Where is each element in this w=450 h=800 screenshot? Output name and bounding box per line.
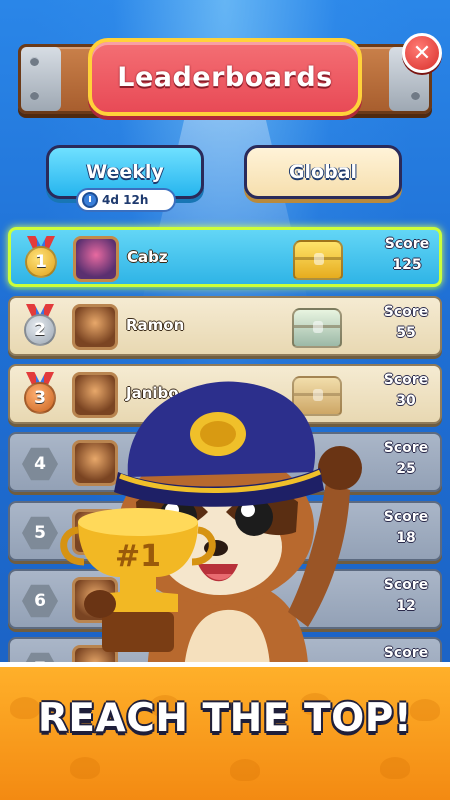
close-button[interactable]: ✕ xyxy=(402,33,442,73)
score-value: 30 xyxy=(396,393,416,409)
score-value: 125 xyxy=(392,257,422,273)
silver-medal-icon: 2 xyxy=(20,304,60,350)
banner-headline: REACH THE TOP! xyxy=(37,696,413,741)
gold-chest-icon xyxy=(293,240,343,280)
score-value: 12 xyxy=(396,598,416,614)
rank-number: 5 xyxy=(22,516,58,550)
rank-number: 4 xyxy=(22,447,58,481)
countdown-timer: 4d 12h xyxy=(76,188,176,212)
player-name: Cabz xyxy=(127,248,168,266)
score-value: 18 xyxy=(396,530,416,546)
avatar xyxy=(72,304,118,350)
bolt-icon xyxy=(30,91,39,100)
bolt-icon xyxy=(30,57,39,66)
svg-text:#1: #1 xyxy=(115,539,161,574)
score-value: 55 xyxy=(396,325,416,341)
player-name: Ramon xyxy=(126,316,185,334)
avatar xyxy=(73,236,119,282)
raccoon-mascot: #1 xyxy=(60,381,362,692)
page-title: Leaderboards xyxy=(117,61,333,93)
score-label: Score xyxy=(383,304,429,320)
tab-global-label: Global xyxy=(288,161,358,183)
silver-chest-icon xyxy=(292,308,342,348)
leaderboard-row[interactable]: 1 Cabz Score 125 xyxy=(8,227,442,287)
score-label: Score xyxy=(383,440,429,456)
score-label: Score xyxy=(383,509,429,525)
score-label: Score xyxy=(384,236,430,252)
title-panel: Leaderboards xyxy=(88,38,362,116)
timer-text: 4d 12h xyxy=(102,193,149,207)
leaderboard-row[interactable]: 2 Ramon Score 55 xyxy=(8,296,442,356)
rank-number: 3 xyxy=(24,382,56,414)
close-icon: ✕ xyxy=(412,40,432,66)
score-label: Score xyxy=(383,645,429,661)
score-label: Score xyxy=(383,372,429,388)
tab-global[interactable]: Global xyxy=(244,145,402,199)
bolt-icon xyxy=(411,91,420,100)
plank-cap-left xyxy=(21,47,61,111)
rank-number: 6 xyxy=(22,584,58,618)
rank-number: 1 xyxy=(25,246,57,278)
clock-icon xyxy=(82,192,98,208)
gold-medal-icon: 1 xyxy=(21,236,61,282)
score-label: Score xyxy=(383,577,429,593)
bronze-medal-icon: 3 xyxy=(20,372,60,418)
tab-weekly-label: Weekly xyxy=(86,161,164,183)
score-value: 25 xyxy=(396,461,416,477)
rank-number: 2 xyxy=(24,314,56,346)
